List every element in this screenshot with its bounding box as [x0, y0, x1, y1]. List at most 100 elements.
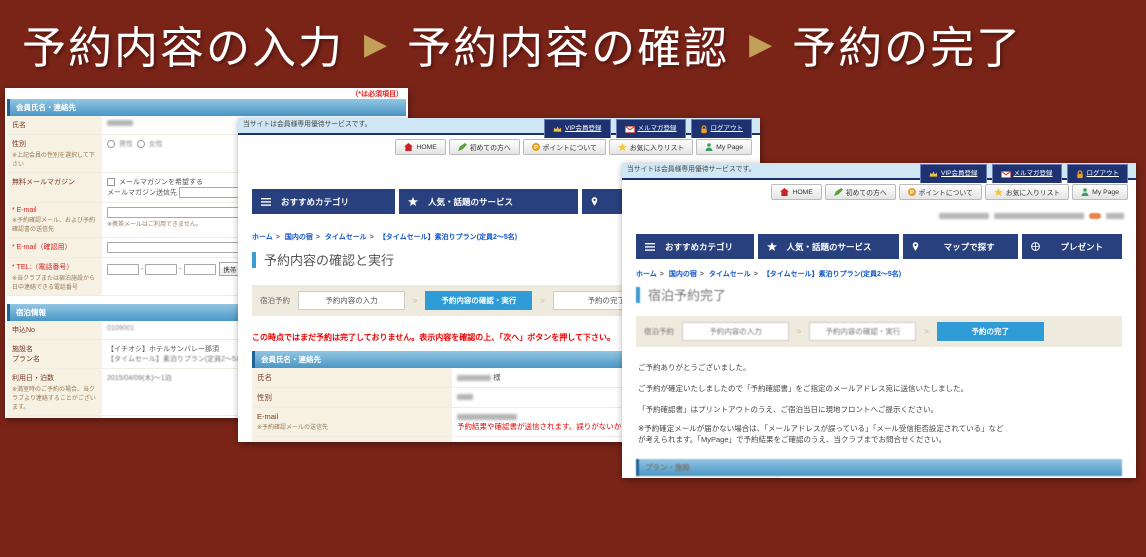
favorites-button[interactable]: お気に入りリスト	[985, 184, 1069, 200]
confirm-sent-message: ご予約が確定いたしましたので「予約確認書」をご指定のメールアドレス宛に送信いたし…	[638, 384, 1120, 395]
field-label: プラン名	[12, 356, 40, 363]
field-label: 施設名	[12, 346, 33, 353]
field-label: 性別	[12, 141, 26, 148]
nav-category[interactable]: おすすめカテゴリ	[252, 189, 395, 214]
breadcrumb-home[interactable]: ホーム	[636, 271, 657, 278]
crown-icon	[553, 125, 562, 133]
gift-icon	[1031, 242, 1040, 251]
mypage-button[interactable]: My Page	[696, 139, 752, 155]
member-notice-bar: 当サイトは会員様専用優待サービスです。 VIP会員登録 メルマガ登録 ログアウト	[622, 163, 1136, 180]
lock-icon	[700, 125, 708, 134]
star-icon	[767, 242, 777, 251]
first-time-button[interactable]: 初めての方へ	[825, 184, 896, 200]
header-tabs: VIP会員登録 メルマガ登録 ログアウト	[920, 164, 1128, 183]
section-header-member: 会員氏名・連絡先	[7, 99, 406, 116]
radio-male[interactable]	[107, 140, 115, 148]
home-button[interactable]: HOME	[395, 139, 445, 155]
nav-popular[interactable]: 人気・話題のサービス	[399, 189, 578, 214]
title-accent-bar	[252, 252, 256, 268]
banner-step-complete: 予約の完了	[792, 12, 1022, 76]
person-icon	[705, 143, 713, 151]
chevron-right-icon: >	[413, 296, 417, 305]
application-number: 0109001	[107, 325, 134, 332]
redacted-name	[457, 375, 491, 381]
breadcrumb-home[interactable]: ホーム	[252, 234, 273, 241]
redacted-gender	[457, 394, 473, 400]
field-note: ※満室時のご予約の場合、当クラブより連絡することがございます。	[12, 384, 97, 411]
nav-category[interactable]: おすすめカテゴリ	[636, 234, 754, 259]
pencil-icon	[458, 143, 467, 151]
step-complete-active: 予約の完了	[937, 322, 1044, 341]
step-indicator-label: 宿泊予約	[644, 326, 674, 337]
chevron-right-icon: >	[924, 327, 928, 336]
field-label: TEL:（電話番号）	[252, 437, 452, 442]
redacted-name	[107, 120, 133, 126]
mailmag-dest-label: メールマガジン送信先	[107, 189, 177, 196]
member-badge	[1089, 213, 1101, 219]
field-label: 性別	[252, 388, 452, 407]
field-label-required: * E-mail	[12, 207, 37, 214]
tab-mailmag-register[interactable]: メルマガ登録	[992, 164, 1062, 183]
window-reservation-complete: 当サイトは会員様専用優待サービスです。 VIP会員登録 メルマガ登録 ログアウト…	[622, 163, 1136, 478]
home-icon	[780, 188, 789, 196]
header-buttons: HOME 初めての方へ P ポイントについて お気に入りリスト My Page	[238, 139, 752, 155]
banner-step-input: 予約内容の入力	[22, 12, 344, 76]
lock-icon	[1076, 170, 1084, 179]
field-label: E-mail	[257, 412, 278, 421]
first-time-button[interactable]: 初めての方へ	[449, 139, 520, 155]
field-note: ※当クラブまたは宿泊施設から日中連絡できる電話番号	[12, 273, 97, 291]
page-title: 宿泊予約完了	[636, 285, 1122, 304]
header-tabs: VIP会員登録 メルマガ登録 ログアウト	[544, 119, 752, 138]
tab-vip-register[interactable]: VIP会員登録	[544, 119, 610, 138]
arrow-icon: ▶	[749, 27, 772, 62]
member-notice: 当サイトは会員様専用優待サービスです。	[627, 166, 755, 173]
chevron-right-icon: >	[797, 327, 801, 336]
field-label: 氏名	[7, 116, 102, 134]
radio-female[interactable]	[137, 140, 145, 148]
star-icon	[994, 188, 1003, 196]
breadcrumb: ホーム> 国内の宿> タイムセール> 【タイムセール】素泊りプラン(定員2～5名…	[636, 269, 1122, 279]
home-icon	[404, 143, 413, 151]
tab-vip-register[interactable]: VIP会員登録	[920, 164, 986, 183]
tab-logout[interactable]: ログアウト	[1067, 164, 1129, 183]
home-button[interactable]: HOME	[771, 184, 821, 200]
field-note: ※予約確認メールの送信先	[257, 422, 447, 431]
tel-input-3[interactable]	[184, 264, 216, 275]
breadcrumb-timesale[interactable]: タイムセール	[325, 234, 367, 241]
nav-map[interactable]: マップで探す	[903, 234, 1019, 259]
header-buttons: HOME 初めての方へ P ポイントについて お気に入りリスト My Page	[622, 184, 1128, 200]
nav-present[interactable]: プレゼント	[1022, 234, 1122, 259]
points-button[interactable]: P ポイントについて	[523, 139, 606, 155]
favorites-button[interactable]: お気に入りリスト	[609, 139, 693, 155]
tel-separator: -	[141, 266, 143, 273]
step-confirm-active: 予約内容の確認・実行	[425, 291, 532, 310]
required-note: （*は必須項目）	[351, 89, 403, 99]
field-label: 食事タイプ	[7, 416, 102, 418]
points-button[interactable]: P ポイントについて	[899, 184, 982, 200]
point-coin-icon: P	[532, 143, 540, 151]
title-accent-bar	[636, 287, 640, 303]
star-icon	[618, 143, 627, 151]
field-label-required: * E-mail（確認用）	[12, 244, 72, 251]
breadcrumb-timesale[interactable]: タイムセール	[709, 271, 751, 278]
radio-male-label: 男性	[119, 141, 133, 148]
breadcrumb-domestic[interactable]: 国内の宿	[669, 271, 697, 278]
breadcrumb-domestic[interactable]: 国内の宿	[285, 234, 313, 241]
tel-input-2[interactable]	[145, 264, 177, 275]
tel-input-1[interactable]	[107, 264, 139, 275]
mailmag-checkbox[interactable]	[107, 178, 115, 186]
nav-popular[interactable]: 人気・話題のサービス	[758, 234, 899, 259]
mypage-button[interactable]: My Page	[1072, 184, 1128, 200]
radio-female-label: 女性	[149, 141, 163, 148]
member-notice: 当サイトは会員様専用優待サービスです。	[243, 121, 371, 128]
breadcrumb-plan: 【タイムセール】素泊りプラン(定員2～5名)	[763, 271, 901, 278]
tab-logout[interactable]: ログアウト	[691, 119, 753, 138]
tab-mailmag-register[interactable]: メルマガ登録	[616, 119, 686, 138]
step-indicator-label: 宿泊予約	[260, 295, 290, 306]
name-honorific: 様	[493, 373, 501, 382]
table-row: 施設名 【イチオシ】 ホテルソラックス蒜山高原	[636, 476, 1122, 478]
thanks-message: ご予約ありがとうございました。	[638, 363, 1120, 374]
field-note: ※上記会員の性別を選択して下さい	[12, 150, 97, 168]
redacted-member-info	[622, 212, 1124, 220]
hamburger-icon	[261, 198, 271, 206]
